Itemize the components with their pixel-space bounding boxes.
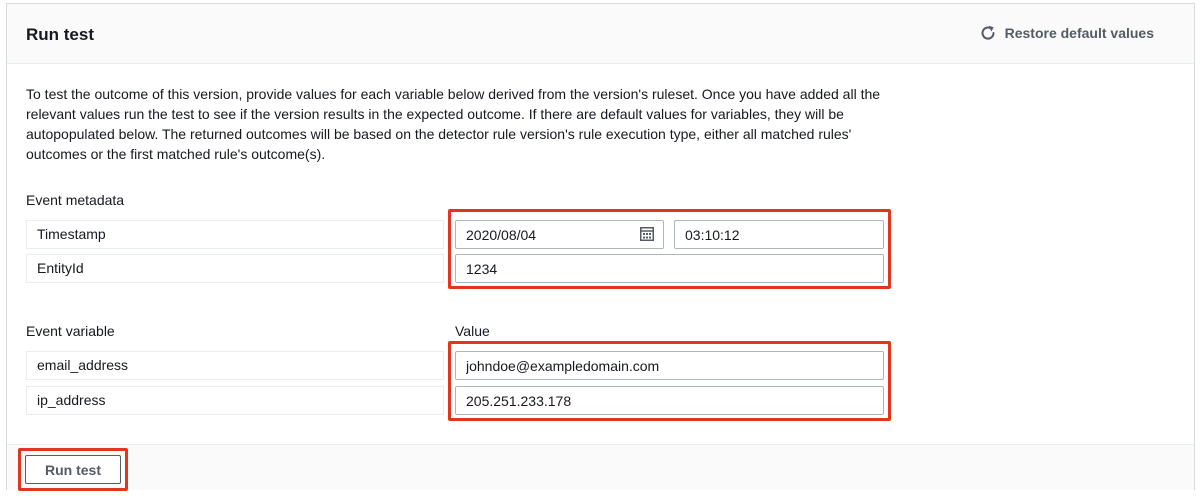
event-variable-label: Event variable bbox=[26, 323, 115, 339]
email-address-name-cell: email_address bbox=[26, 351, 444, 380]
calendar-icon[interactable] bbox=[640, 227, 654, 241]
description-text: To test the outcome of this version, pro… bbox=[26, 86, 881, 162]
restore-default-values-button[interactable]: Restore default values bbox=[979, 23, 1154, 43]
ip-address-input[interactable] bbox=[455, 386, 884, 415]
timestamp-date-input[interactable] bbox=[455, 220, 664, 249]
run-test-button[interactable]: Run test bbox=[25, 455, 121, 484]
entityid-input[interactable] bbox=[455, 254, 884, 283]
value-column-label: Value bbox=[455, 323, 490, 339]
entityid-name-cell: EntityId bbox=[26, 254, 444, 283]
timestamp-time-input[interactable] bbox=[674, 220, 884, 249]
timestamp-name-cell: Timestamp bbox=[26, 220, 444, 249]
timestamp-date-picker bbox=[455, 220, 664, 249]
email-address-input[interactable] bbox=[455, 351, 884, 380]
restore-default-values-label: Restore default values bbox=[1004, 25, 1154, 41]
panel-footer: Run test bbox=[7, 444, 1194, 491]
run-test-panel: Run test Restore default values To test … bbox=[6, 3, 1195, 491]
panel-header: Run test Restore default values bbox=[7, 4, 1194, 64]
ip-address-name-cell: ip_address bbox=[26, 386, 444, 415]
event-metadata-label: Event metadata bbox=[26, 192, 125, 208]
panel-title: Run test bbox=[26, 25, 94, 44]
refresh-icon bbox=[981, 25, 995, 40]
